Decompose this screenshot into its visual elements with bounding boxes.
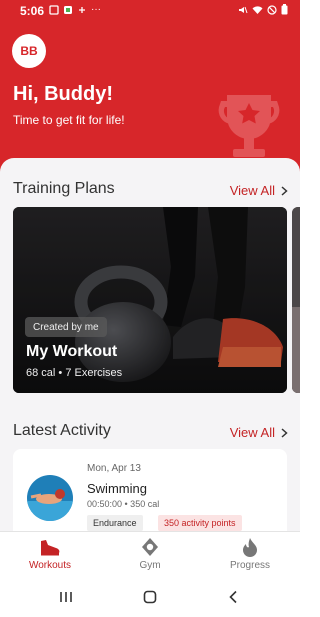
nav-workouts-label: Workouts bbox=[28, 560, 72, 571]
mute-icon bbox=[239, 6, 248, 13]
training-plan-card-peek[interactable] bbox=[292, 207, 300, 393]
activity-name: Swimming bbox=[87, 481, 147, 496]
status-indicators bbox=[238, 4, 288, 15]
plan-meta: 68 cal • 7 Exercises bbox=[26, 367, 123, 379]
battery-icon bbox=[281, 4, 288, 15]
wifi-icon bbox=[252, 5, 263, 14]
kettlebell-workout-photo bbox=[13, 207, 287, 393]
plan-name: My Workout bbox=[26, 343, 118, 360]
notification-icons: ··· bbox=[49, 4, 101, 16]
chevron-right-icon bbox=[281, 185, 288, 196]
more-notifications-icon: ··· bbox=[91, 4, 101, 15]
home-icon bbox=[143, 590, 157, 604]
back-icon bbox=[229, 590, 237, 604]
activity-card[interactable]: Mon, Apr 13 Swimming 00:50:00 • 350 cal … bbox=[13, 449, 287, 538]
nav-progress[interactable]: Progress bbox=[210, 537, 290, 577]
back-button[interactable] bbox=[222, 587, 246, 607]
trophy-icon bbox=[218, 95, 280, 157]
activity-meta: 00:50:00 • 350 cal bbox=[87, 499, 160, 509]
view-all-label: View All bbox=[229, 183, 275, 198]
created-by-me-badge: Created by me bbox=[25, 317, 107, 337]
no-sim-icon bbox=[267, 4, 277, 15]
bottom-navigation: Workouts Gym Progress bbox=[0, 531, 300, 579]
view-all-label: View All bbox=[229, 425, 275, 440]
system-navigation-bar bbox=[0, 579, 300, 617]
chevron-right-icon bbox=[281, 427, 288, 438]
usb-debug-icon bbox=[79, 7, 85, 13]
recent-apps-icon bbox=[60, 592, 72, 602]
training-plan-card[interactable]: Created by me My Workout 68 cal • 7 Exer… bbox=[13, 207, 287, 393]
location-pin-icon bbox=[142, 538, 158, 556]
notification-box-icon bbox=[49, 5, 59, 15]
swimming-photo bbox=[27, 475, 73, 521]
recent-apps-button[interactable] bbox=[54, 587, 78, 607]
nav-workouts[interactable]: Workouts bbox=[10, 537, 90, 577]
training-plans-title: Training Plans bbox=[13, 180, 115, 197]
greeting-subtitle: Time to get fit for life! bbox=[13, 113, 125, 127]
android-icon bbox=[64, 6, 72, 14]
activity-date: Mon, Apr 13 bbox=[87, 463, 141, 474]
sneaker-icon bbox=[41, 540, 60, 556]
status-bar: 5:06 ··· bbox=[0, 0, 300, 22]
content-sheet: Training Plans View All Created by me My… bbox=[0, 158, 300, 538]
nav-gym[interactable]: Gym bbox=[110, 537, 190, 577]
nav-gym-label: Gym bbox=[139, 560, 161, 571]
training-plans-view-all-button[interactable]: View All bbox=[230, 183, 288, 198]
latest-activity-view-all-button[interactable]: View All bbox=[230, 425, 288, 440]
latest-activity-title: Latest Activity bbox=[13, 422, 111, 439]
status-time: 5:06 bbox=[20, 4, 45, 18]
next-plan-photo bbox=[292, 207, 300, 393]
flame-icon bbox=[243, 538, 257, 557]
activity-tag-endurance: Endurance bbox=[87, 515, 143, 531]
nav-progress-label: Progress bbox=[229, 560, 270, 571]
avatar[interactable]: BB bbox=[12, 34, 46, 68]
home-button[interactable] bbox=[138, 587, 162, 607]
greeting-title: Hi, Buddy! bbox=[13, 83, 113, 105]
activity-tag-points: 350 activity points bbox=[158, 515, 242, 531]
